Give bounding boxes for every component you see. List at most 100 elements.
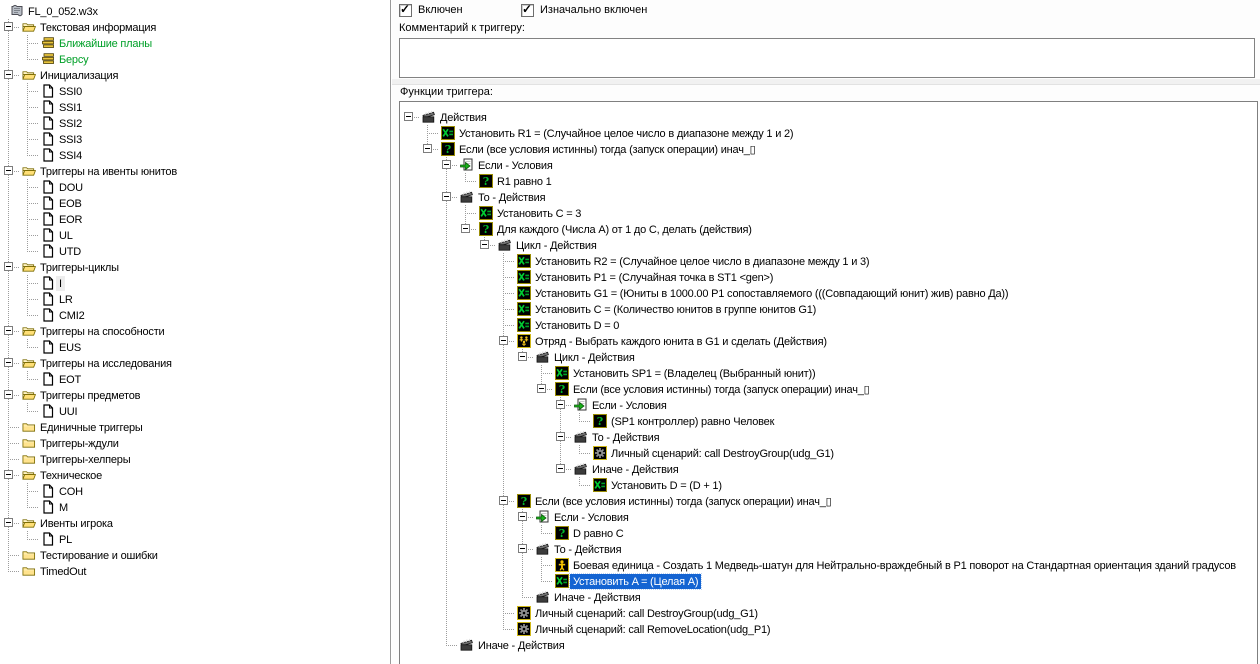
tree-leaf-row[interactable]: CMI2: [0, 307, 390, 323]
tree-leaf-row[interactable]: ? (SP1 контроллер) равно Человек: [400, 413, 1257, 429]
tree-leaf-row[interactable]: Установить P1 = (Случайная точка в ST1 <…: [400, 269, 1257, 285]
collapse-expander[interactable]: [4, 22, 13, 31]
tree-branch-row[interactable]: Инициализация: [0, 67, 390, 83]
panel-splitter[interactable]: [392, 79, 1260, 85]
collapse-expander[interactable]: [556, 400, 565, 409]
collapse-expander[interactable]: [499, 336, 508, 345]
tree-leaf-row[interactable]: Установить A = (Целая A): [400, 572, 1257, 590]
tree-branch-row[interactable]: Триггеры на способности: [0, 323, 390, 339]
tree-branch-row[interactable]: Если - Условия: [400, 397, 1257, 413]
tree-branch-row[interactable]: ? Если (все условия истинны) тогда (запус…: [400, 141, 1257, 157]
tree-leaf-row[interactable]: Тестирование и ошибки: [0, 547, 390, 563]
tree-branch-row[interactable]: Отряд - Выбрать каждого юнита в G1 и сде…: [400, 333, 1257, 349]
tree-leaf-row[interactable]: DOU: [0, 179, 390, 195]
tree-branch-row[interactable]: То - Действия: [400, 429, 1257, 445]
collapse-expander[interactable]: [556, 432, 565, 441]
tree-leaf-row[interactable]: ? R1 равно 1: [400, 173, 1257, 189]
tree-leaf-row[interactable]: Установить D = (D + 1): [400, 477, 1257, 493]
tree-branch-row[interactable]: Триггеры на исследования: [0, 355, 390, 371]
tree-leaf-row[interactable]: EOT: [0, 371, 390, 387]
tree-leaf-row[interactable]: Установить R1 = (Случайное целое число в…: [400, 125, 1257, 141]
collapse-expander[interactable]: [442, 192, 451, 201]
tree-leaf-row[interactable]: Боевая единица - Создать 1 Медведь-шатун…: [400, 557, 1257, 573]
tree-leaf-row[interactable]: Личный сценарий: call DestroyGroup(udg_G…: [400, 605, 1257, 621]
tree-branch-row[interactable]: Цикл - Действия: [400, 349, 1257, 365]
collapse-expander[interactable]: [518, 352, 527, 361]
tree-leaf-row[interactable]: ? D равно C: [400, 525, 1257, 541]
tree-branch-row[interactable]: Иначе - Действия: [400, 461, 1257, 477]
tree-leaf-row[interactable]: UL: [0, 227, 390, 243]
enabled-checkbox-group[interactable]: ✓ Включен: [399, 2, 463, 17]
tree-leaf-row[interactable]: Установить SP1 = (Владелец (Выбранный юн…: [400, 365, 1257, 381]
tree-leaf-row[interactable]: SSI0: [0, 83, 390, 99]
tree-leaf-row[interactable]: I: [0, 275, 390, 291]
tree-branch-row[interactable]: Действия: [400, 109, 1257, 125]
collapse-expander[interactable]: [518, 512, 527, 521]
collapse-expander[interactable]: [461, 224, 470, 233]
trigger-comment-input[interactable]: [399, 38, 1255, 78]
collapse-expander[interactable]: [4, 470, 13, 479]
tree-leaf-row[interactable]: Установить R2 = (Случайное целое число в…: [400, 253, 1257, 269]
tree-leaf-row[interactable]: Триггеры-хелперы: [0, 451, 390, 467]
collapse-expander[interactable]: [4, 518, 13, 527]
collapse-expander[interactable]: [4, 326, 13, 335]
tree-leaf-row[interactable]: Личный сценарий: call RemoveLocation(udg…: [400, 621, 1257, 637]
tree-leaf-row[interactable]: M: [0, 499, 390, 515]
tree-leaf-row[interactable]: SSI1: [0, 99, 390, 115]
collapse-expander[interactable]: [4, 262, 13, 271]
tree-leaf-row[interactable]: Личный сценарий: call DestroyGroup(udg_G…: [400, 445, 1257, 461]
collapse-expander[interactable]: [423, 144, 432, 153]
tree-leaf-row[interactable]: EOR: [0, 211, 390, 227]
tree-leaf-row[interactable]: SSI2: [0, 115, 390, 131]
enabled-checkbox[interactable]: ✓: [399, 2, 412, 17]
tree-branch-row[interactable]: Цикл - Действия: [400, 237, 1257, 253]
tree-leaf-row[interactable]: Установить C = (Количество юнитов в груп…: [400, 301, 1257, 317]
tree-leaf-row[interactable]: Триггеры-ждули: [0, 435, 390, 451]
tree-branch-row[interactable]: Если - Условия: [400, 509, 1257, 525]
tree-leaf-row[interactable]: Установить D = 0: [400, 317, 1257, 333]
initially-on-checkbox-group[interactable]: ✓ Изначально включен: [521, 2, 647, 17]
tree-branch-row[interactable]: Триггеры-циклы: [0, 259, 390, 275]
collapse-expander[interactable]: [4, 166, 13, 175]
initially-on-checkbox[interactable]: ✓: [521, 2, 534, 17]
tree-branch-row[interactable]: То - Действия: [400, 541, 1257, 557]
collapse-expander[interactable]: [499, 496, 508, 505]
tree-leaf-row[interactable]: Установить C = 3: [400, 205, 1257, 221]
collapse-expander[interactable]: [404, 112, 413, 121]
tree-branch-row[interactable]: ? Если (все условия истинны) тогда (запус…: [400, 493, 1257, 509]
tree-leaf-row[interactable]: LR: [0, 291, 390, 307]
collapse-expander[interactable]: [518, 544, 527, 553]
tree-leaf-row[interactable]: SSI4: [0, 147, 390, 163]
tree-leaf-row[interactable]: EOB: [0, 195, 390, 211]
collapse-expander[interactable]: [480, 240, 489, 249]
collapse-expander[interactable]: [537, 384, 546, 393]
tree-branch-row[interactable]: Ивенты игрока: [0, 515, 390, 531]
tree-branch-row[interactable]: Техническое: [0, 467, 390, 483]
collapse-expander[interactable]: [4, 70, 13, 79]
collapse-expander[interactable]: [442, 160, 451, 169]
tree-branch-row[interactable]: Если - Условия: [400, 157, 1257, 173]
tree-leaf-row[interactable]: Иначе - Действия: [400, 589, 1257, 605]
tree-branch-row[interactable]: Триггеры предметов: [0, 387, 390, 403]
collapse-expander[interactable]: [4, 390, 13, 399]
collapse-expander[interactable]: [556, 464, 565, 473]
tree-branch-row[interactable]: То - Действия: [400, 189, 1257, 205]
tree-leaf-row[interactable]: PL: [0, 531, 390, 547]
tree-leaf-row[interactable]: UTD: [0, 243, 390, 259]
tree-leaf-row[interactable]: Единичные триггеры: [0, 419, 390, 435]
tree-leaf-row[interactable]: TimedOut: [0, 563, 390, 579]
tree-branch-row[interactable]: FL_0_052.w3x: [0, 3, 390, 19]
tree-leaf-row[interactable]: UUI: [0, 403, 390, 419]
tree-branch-row[interactable]: Текстовая информация: [0, 19, 390, 35]
tree-branch-row[interactable]: Триггеры на ивенты юнитов: [0, 163, 390, 179]
tree-leaf-row[interactable]: Берсу: [0, 51, 390, 67]
tree-leaf-row[interactable]: Иначе - Действия: [400, 637, 1257, 653]
tree-branch-row[interactable]: ? Если (все условия истинны) тогда (запус…: [400, 381, 1257, 397]
tree-leaf-row[interactable]: Установить G1 = (Юниты в 1000.00 P1 сопо…: [400, 285, 1257, 301]
tree-leaf-row[interactable]: Ближайшие планы: [0, 35, 390, 51]
tree-leaf-row[interactable]: SSI3: [0, 131, 390, 147]
tree-leaf-row[interactable]: COH: [0, 483, 390, 499]
collapse-expander[interactable]: [4, 358, 13, 367]
tree-branch-row[interactable]: ? Для каждого (Числа A) от 1 до C, делать…: [400, 221, 1257, 237]
tree-leaf-row[interactable]: EUS: [0, 339, 390, 355]
